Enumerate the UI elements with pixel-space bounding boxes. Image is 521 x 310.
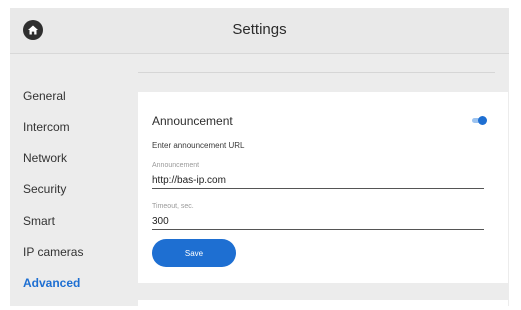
- sidebar-item-network[interactable]: Network: [23, 151, 67, 165]
- page-title: Settings: [232, 21, 287, 38]
- sidebar-item-general[interactable]: General: [23, 89, 66, 103]
- toggle-knob: [478, 116, 487, 125]
- timeout-label: Timeout, sec.: [152, 203, 194, 210]
- save-button[interactable]: Save: [152, 239, 236, 267]
- announcement-toggle[interactable]: [472, 116, 488, 125]
- sidebar-item-security[interactable]: Security: [23, 182, 66, 196]
- next-card: [138, 300, 508, 306]
- sidebar-item-ip-cameras[interactable]: IP cameras: [23, 245, 83, 259]
- app-window: Settings General Intercom Network Securi…: [10, 8, 509, 306]
- sidebar-item-smart[interactable]: Smart: [23, 214, 55, 228]
- section-divider: [138, 72, 495, 73]
- sidebar-item-intercom[interactable]: Intercom: [23, 120, 70, 134]
- header-bar: Settings: [10, 8, 509, 54]
- announcement-hint: Enter announcement URL: [152, 141, 245, 150]
- announcement-url-label: Announcement: [152, 162, 200, 169]
- timeout-input[interactable]: [152, 214, 484, 230]
- announcement-card: Announcement Enter announcement URL Anno…: [138, 92, 508, 283]
- sidebar-item-advanced[interactable]: Advanced: [23, 276, 80, 290]
- announcement-url-input[interactable]: [152, 173, 484, 189]
- sidebar: General Intercom Network Security Smart …: [10, 54, 138, 306]
- announcement-title: Announcement: [152, 114, 233, 128]
